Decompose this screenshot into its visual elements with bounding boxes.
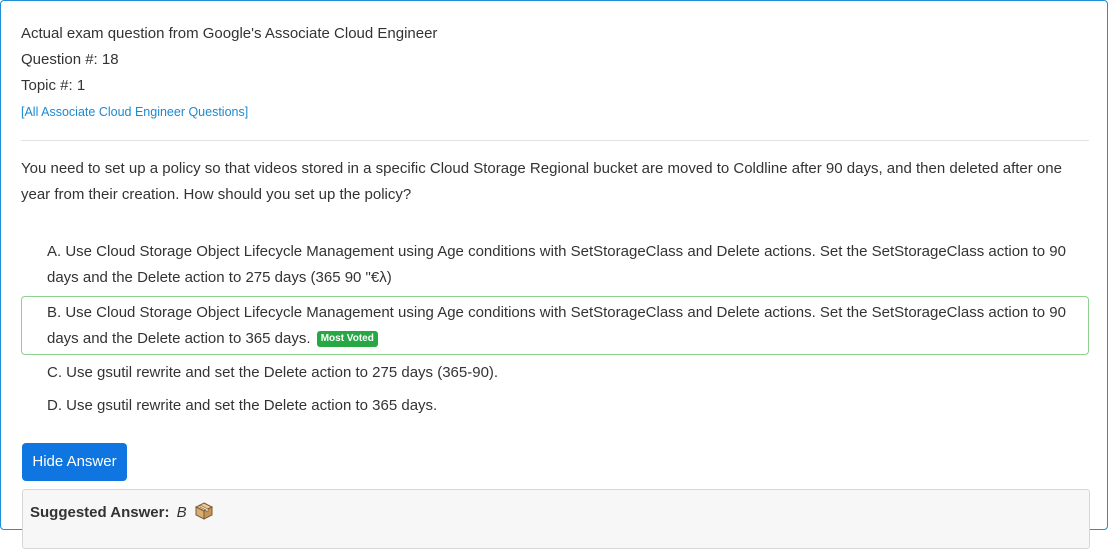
all-questions-link[interactable]: [All Associate Cloud Engineer Questions]: [21, 105, 248, 119]
choice-a[interactable]: A. Use Cloud Storage Object Lifecycle Ma…: [21, 238, 1089, 296]
question-text: You need to set up a policy so that vide…: [21, 160, 1062, 203]
suggested-answer-label: Suggested Answer:: [30, 504, 170, 521]
choice-b[interactable]: B. Use Cloud Storage Object Lifecycle Ma…: [21, 296, 1089, 355]
suggested-answer-box: Suggested Answer: B: [22, 489, 1090, 549]
choice-c[interactable]: C. Use gsutil rewrite and set the Delete…: [21, 355, 1089, 392]
question-header: Actual exam question from Google's Assoc…: [21, 21, 1089, 125]
exam-source-text: Actual exam question from Google's Assoc…: [21, 25, 438, 42]
header-divider: [21, 140, 1089, 141]
choices-list: A. Use Cloud Storage Object Lifecycle Ma…: [21, 238, 1089, 426]
most-voted-badge: Most Voted: [316, 331, 378, 347]
package-icon: [194, 502, 213, 520]
question-number: Question #: 18: [21, 51, 119, 68]
question-card: Actual exam question from Google's Assoc…: [0, 0, 1108, 549]
choice-d[interactable]: D. Use gsutil rewrite and set the Delete…: [21, 392, 1089, 426]
choice-b-text: B. Use Cloud Storage Object Lifecycle Ma…: [47, 304, 1066, 347]
hide-answer-button[interactable]: Hide Answer: [22, 443, 127, 481]
choice-c-text: C. Use gsutil rewrite and set the Delete…: [47, 364, 499, 381]
suggested-answer-value: B: [176, 504, 187, 521]
topic-number: Topic #: 1: [21, 77, 86, 94]
choice-a-text: A. Use Cloud Storage Object Lifecycle Ma…: [47, 243, 1066, 286]
choice-d-text: D. Use gsutil rewrite and set the Delete…: [47, 397, 438, 414]
